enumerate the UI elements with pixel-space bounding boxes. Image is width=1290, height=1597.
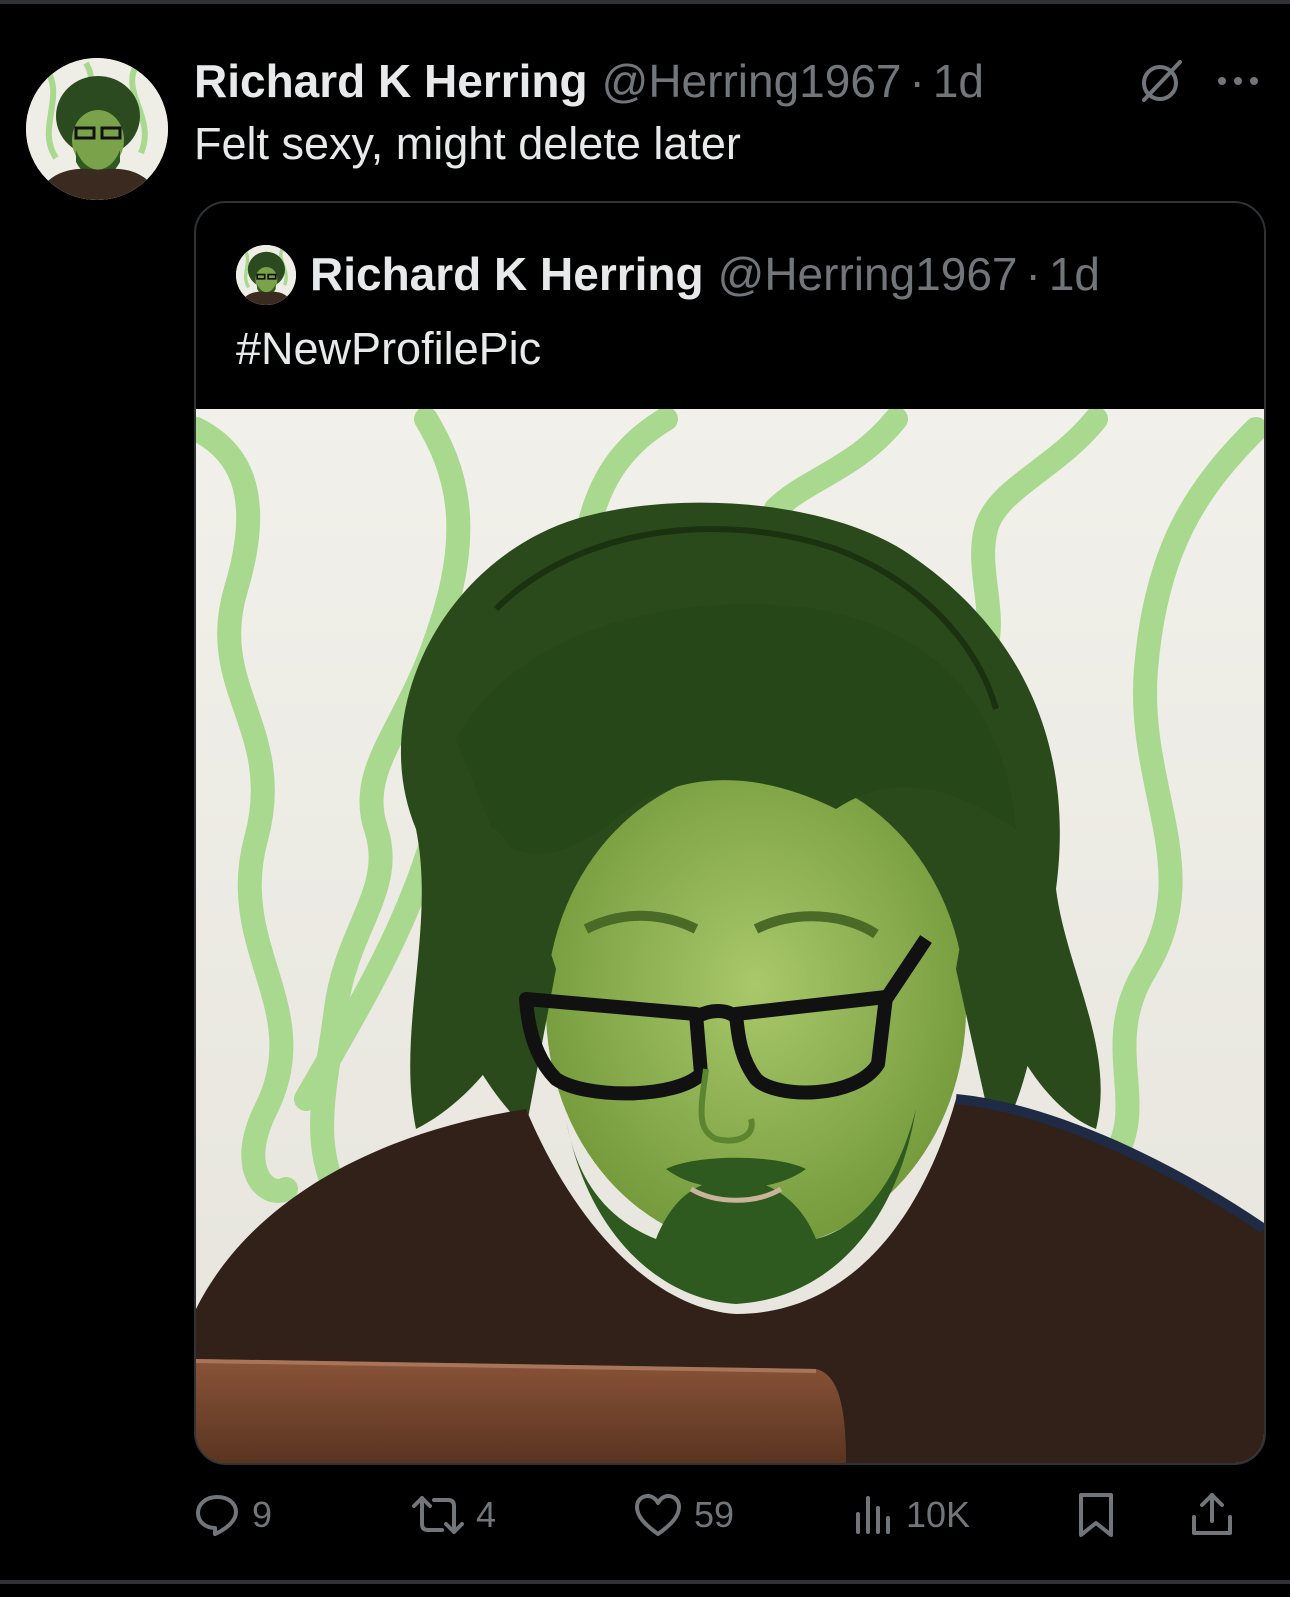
author-display-name[interactable]: Richard K Herring: [194, 54, 588, 108]
repost-count: 4: [476, 1494, 497, 1535]
author-avatar[interactable]: [26, 58, 168, 200]
more-options-icon[interactable]: [1214, 66, 1262, 96]
tweet-header: Richard K Herring @Herring1967 · 1d: [194, 52, 984, 110]
share-icon: [1190, 1491, 1234, 1539]
quoted-author-display-name: Richard K Herring: [310, 248, 704, 300]
share-button[interactable]: [1190, 1480, 1234, 1550]
heart-icon: [634, 1492, 682, 1538]
author-handle[interactable]: @Herring1967: [602, 54, 902, 108]
grok-icon[interactable]: [1136, 56, 1186, 106]
quoted-header-separator: ·: [1025, 248, 1041, 300]
like-button[interactable]: 59: [634, 1480, 734, 1550]
reply-count: 9: [252, 1494, 273, 1535]
repost-icon: [412, 1492, 464, 1538]
repost-button[interactable]: 4: [412, 1480, 496, 1550]
tweet-timestamp[interactable]: 1d: [933, 54, 984, 108]
reply-button[interactable]: 9: [194, 1480, 272, 1550]
reply-icon: [194, 1492, 240, 1538]
quoted-tweet-image[interactable]: [196, 409, 1264, 1463]
quoted-tweet-timestamp: 1d: [1048, 248, 1100, 300]
views-button[interactable]: 10K: [854, 1480, 970, 1550]
quoted-tweet-header: Richard K Herring @Herring1967 · 1d: [310, 243, 1100, 305]
quoted-tweet-card[interactable]: Richard K Herring @Herring1967 · 1d #New…: [194, 201, 1266, 1465]
quoted-author-handle: @Herring1967: [717, 248, 1018, 300]
tweet-actions-bar: 9 4 59 10K: [194, 1480, 1262, 1550]
tweet-text: Felt sexy, might delete later: [194, 118, 741, 169]
bookmark-icon: [1076, 1491, 1116, 1539]
views-count: 10K: [906, 1494, 971, 1535]
header-separator: ·: [909, 55, 925, 107]
like-count: 59: [694, 1494, 735, 1535]
bottom-divider: [0, 1580, 1290, 1584]
views-icon: [854, 1492, 894, 1538]
quoted-tweet-text: #NewProfilePic: [236, 323, 542, 374]
quoted-author-avatar: [236, 245, 296, 305]
top-divider: [0, 0, 1290, 4]
bookmark-button[interactable]: [1076, 1480, 1116, 1550]
